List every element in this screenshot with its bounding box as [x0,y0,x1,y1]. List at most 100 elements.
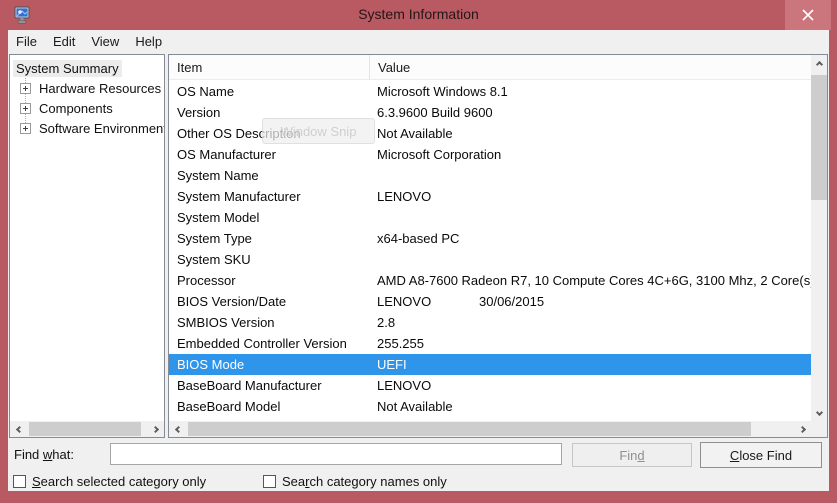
table-row-baseboard-model[interactable]: BaseBoard ModelNot Available [169,396,811,417]
chevron-right-icon [151,425,158,432]
search-category-names-label: Search category names only [282,474,447,489]
item-cell: SMBIOS Version [169,312,369,333]
tree-item-label: Components [36,100,116,117]
search-category-names-checkbox[interactable] [263,475,276,488]
table-row-os-name[interactable]: OS NameMicrosoft Windows 8.1 [169,81,811,102]
table-row-system-model[interactable]: System Model [169,207,811,228]
expand-plus-icon[interactable] [20,83,31,94]
table-row-other-os-description[interactable]: Other OS DescriptionNot Available [169,123,811,144]
system-information-window: System Information FileEditViewHelp Syst… [0,0,837,503]
value-cell: 6.3.9600 Build 9600 [369,102,811,123]
value-cell: LENOVO [369,186,811,207]
item-cell: Embedded Controller Version [169,333,369,354]
item-cell: Processor [169,270,369,291]
value-cell: Not Available [369,396,811,417]
item-cell: BIOS Mode [169,354,369,375]
find-input[interactable] [110,443,562,465]
value-cell [369,165,811,186]
value-cell: Not Available [369,123,811,144]
tree-horizontal-scrollbar[interactable] [10,421,164,437]
close-icon [802,9,814,21]
search-selected-category-label: Search selected category only [32,474,206,489]
value-cell: Microsoft Windows 8.1 [369,81,811,102]
table-rows: OS NameMicrosoft Windows 8.1Version6.3.9… [169,81,811,421]
table-vertical-scrollbar[interactable] [811,55,827,421]
menu-bar: FileEditViewHelp [8,30,829,53]
value-cell: Microsoft Corporation [369,144,811,165]
item-cell: OS Name [169,81,369,102]
tree-item-software-environment[interactable]: Software Environment [10,118,164,138]
table-row-bios-version-date[interactable]: BIOS Version/DateLENOVO30/06/2015 [169,291,811,312]
close-button[interactable] [785,0,831,30]
maximize-button[interactable] [756,0,784,30]
value-cell: 255.255 [369,333,811,354]
table-header: Item Value [169,55,811,80]
item-cell: BIOS Version/Date [169,291,369,312]
category-tree-pane: System Summary Hardware Resources Componen… [9,54,165,438]
tree-item-label: Hardware Resources [36,80,164,97]
table-hscroll-thumb[interactable] [188,422,751,436]
item-cell: System SKU [169,249,369,270]
menu-item-file[interactable]: File [8,30,45,53]
tree-items: System Summary Hardware Resources Componen… [10,58,164,138]
item-cell: Version [169,102,369,123]
scrollbar-corner [811,421,827,437]
expand-plus-icon[interactable] [20,123,31,134]
tree-item-system-summary[interactable]: System Summary [10,58,164,78]
table-row-system-type[interactable]: System Typex64-based PC [169,228,811,249]
content-area: System Summary Hardware Resources Componen… [8,53,829,491]
item-cell: OS Manufacturer [169,144,369,165]
table-vscroll-thumb[interactable] [811,75,827,200]
tree-item-hardware-resources[interactable]: Hardware Resources [10,78,164,98]
value-cell: LENOVO30/06/2015 [369,291,811,312]
column-header-value[interactable]: Value [369,55,811,79]
value-cell: x64-based PC [369,228,811,249]
scroll-down-button[interactable] [811,405,827,421]
scroll-right-button[interactable] [148,421,164,437]
search-selected-category-checkbox[interactable] [13,475,26,488]
table-row-embedded-controller-version[interactable]: Embedded Controller Version255.255 [169,333,811,354]
value-cell: LENOVO [369,375,811,396]
item-cell: BaseBoard Model [169,396,369,417]
table-horizontal-scrollbar[interactable] [169,421,811,437]
table-row-version[interactable]: Version6.3.9600 Build 9600 [169,102,811,123]
item-cell: System Type [169,228,369,249]
close-find-button[interactable]: Close Find [700,442,822,468]
table-row-system-manufacturer[interactable]: System ManufacturerLENOVO [169,186,811,207]
table-row-processor[interactable]: ProcessorAMD A8-7600 Radeon R7, 10 Compu… [169,270,811,291]
table-row-bios-mode[interactable]: BIOS ModeUEFI [169,354,811,375]
item-cell: System Model [169,207,369,228]
tree-hscroll-thumb[interactable] [29,422,141,436]
menu-item-edit[interactable]: Edit [45,30,83,53]
find-bar: Find what: Find Close Find Search select… [8,438,829,491]
scroll-left-button[interactable] [169,421,185,437]
find-button[interactable]: Find [572,443,692,467]
scroll-left-button[interactable] [10,421,26,437]
tree-item-components[interactable]: Components [10,98,164,118]
scroll-right-button[interactable] [795,421,811,437]
window-title: System Information [0,6,837,22]
expand-plus-icon[interactable] [20,103,31,114]
item-cell: BaseBoard Manufacturer [169,375,369,396]
value-cell [369,249,811,270]
table-row-os-manufacturer[interactable]: OS ManufacturerMicrosoft Corporation [169,144,811,165]
scroll-up-button[interactable] [811,55,827,71]
menu-item-view[interactable]: View [83,30,127,53]
table-row-smbios-version[interactable]: SMBIOS Version2.8 [169,312,811,333]
item-cell: Other OS Description [169,123,369,144]
column-header-item[interactable]: Item [169,55,369,79]
title-bar[interactable]: System Information [0,0,837,30]
table-row-baseboard-manufacturer[interactable]: BaseBoard ManufacturerLENOVO [169,375,811,396]
chevron-up-icon [815,60,822,67]
item-cell: System Manufacturer [169,186,369,207]
menu-item-help[interactable]: Help [127,30,170,53]
value-cell [369,207,811,228]
chevron-right-icon [798,425,805,432]
chevron-down-icon [815,408,822,415]
item-cell: System Name [169,165,369,186]
table-row-system-name[interactable]: System Name [169,165,811,186]
detail-table-pane: Item Value OS NameMicrosoft Windows 8.1V… [168,54,828,438]
find-what-label: Find what: [14,447,74,462]
table-row-system-sku[interactable]: System SKU [169,249,811,270]
value-cell: 2.8 [369,312,811,333]
